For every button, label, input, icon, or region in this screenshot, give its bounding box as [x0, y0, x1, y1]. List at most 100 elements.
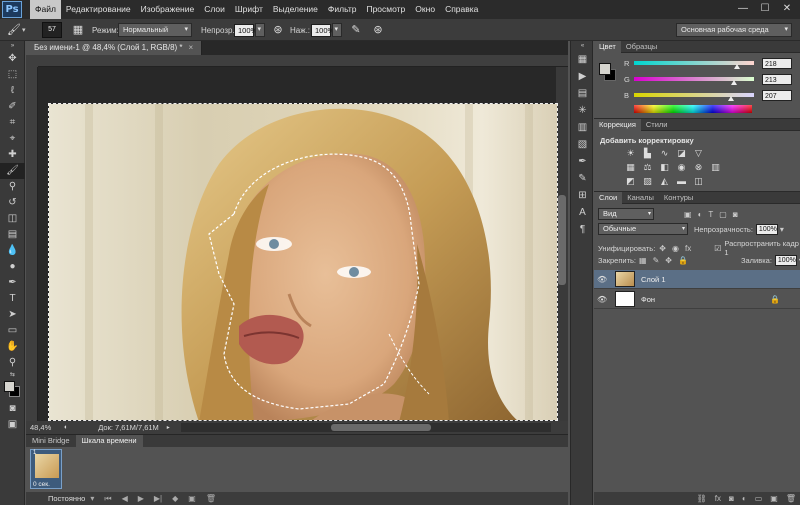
flow-dropdown[interactable] — [332, 23, 342, 37]
red-channel-slider[interactable] — [634, 61, 754, 69]
photo-filter-icon[interactable]: ◉ — [675, 162, 688, 173]
prev-frame-icon[interactable]: ◀ — [122, 494, 128, 503]
healing-brush-tool-icon[interactable]: ✚ — [0, 147, 25, 163]
paragraph-panel-icon[interactable]: ¶ — [571, 221, 594, 238]
close-button[interactable]: ✕ — [778, 2, 796, 16]
filter-pixel-icon[interactable]: ▣ — [684, 210, 692, 219]
history-panel-icon[interactable]: ▦ — [571, 51, 594, 68]
lock-position-icon[interactable]: ✥ — [665, 256, 672, 265]
horizontal-scroll-thumb[interactable] — [331, 424, 431, 431]
path-selection-tool-icon[interactable]: ➤ — [0, 307, 25, 323]
filter-shape-icon[interactable]: ▢ — [719, 210, 727, 219]
properties-panel-icon[interactable]: ▧ — [571, 136, 594, 153]
blend-mode-select[interactable]: Обычные — [598, 223, 688, 235]
maximize-button[interactable]: ☐ — [756, 2, 774, 16]
green-value-input[interactable]: 213 — [762, 73, 792, 85]
flow-input[interactable]: 100% — [311, 23, 334, 37]
opacity-dropdown[interactable] — [255, 23, 265, 37]
duplicate-frame-icon[interactable]: ▣ — [188, 494, 196, 503]
shape-tool-icon[interactable]: ▭ — [0, 323, 25, 339]
brightness-contrast-icon[interactable]: ☀ — [624, 148, 637, 159]
opacity-pressure-toggle[interactable]: ⊛ — [270, 22, 286, 38]
visibility-eye-icon[interactable]: 👁 — [597, 275, 611, 284]
invert-icon[interactable]: ◩ — [624, 176, 637, 187]
navigator-panel-icon[interactable]: ▥ — [571, 119, 594, 136]
size-pressure-toggle[interactable]: ⊛ — [370, 22, 386, 38]
character-panel-icon[interactable]: A — [571, 204, 594, 221]
visibility-eye-icon[interactable]: 👁 — [597, 295, 611, 304]
color-panel-foreground-swatch[interactable] — [599, 63, 611, 75]
tab-styles[interactable]: Стили — [641, 119, 673, 131]
gradient-tool-icon[interactable]: ▤ — [0, 227, 25, 243]
layer-row-background[interactable]: 👁 Фон 🔒 — [594, 290, 800, 309]
threshold-icon[interactable]: ◭ — [658, 176, 671, 187]
move-tool-icon[interactable]: ✥ — [0, 51, 25, 67]
color-lookup-icon[interactable]: ▥ — [709, 162, 722, 173]
canvas-image[interactable] — [48, 103, 558, 421]
collapse-dock-icon[interactable]: « — [571, 41, 594, 51]
loop-dropdown-icon[interactable]: ▾ — [90, 494, 94, 503]
green-slider-handle[interactable] — [731, 80, 738, 85]
tab-paths[interactable]: Контуры — [659, 192, 698, 204]
actions-panel-icon[interactable]: ▶ — [571, 68, 594, 85]
menu-select[interactable]: Выделение — [268, 0, 323, 19]
blue-channel-slider[interactable] — [634, 93, 754, 101]
first-frame-icon[interactable]: ⏮ — [104, 494, 111, 504]
layer-name[interactable]: Слой 1 — [641, 275, 666, 284]
status-menu-icon[interactable]: ▸ — [167, 424, 170, 431]
menu-image[interactable]: Изображение — [136, 0, 200, 19]
dodge-tool-icon[interactable]: ● — [0, 259, 25, 275]
color-swatches[interactable] — [0, 379, 24, 401]
workspace-select[interactable]: Основная рабочая среда — [676, 23, 792, 37]
quick-selection-tool-icon[interactable]: ✐ — [0, 99, 25, 115]
new-group-icon[interactable]: ▭ — [755, 494, 763, 503]
quick-mask-icon[interactable]: ◙ — [0, 401, 25, 417]
color-spectrum[interactable] — [634, 105, 752, 113]
play-icon[interactable]: ▶ — [138, 494, 144, 503]
brush-panel-toggle[interactable]: ▦ — [70, 22, 86, 38]
lock-pixels-icon[interactable]: ✎ — [653, 256, 660, 265]
filter-type-icon[interactable]: T — [708, 210, 713, 219]
fill-input[interactable]: 100% — [774, 255, 797, 266]
add-mask-icon[interactable]: ◙ — [729, 494, 734, 503]
selective-color-icon[interactable]: ◫ — [692, 176, 705, 187]
crop-tool-icon[interactable]: ⌗ — [0, 115, 25, 131]
delete-layer-icon[interactable]: 🗑 — [786, 494, 796, 503]
vertical-scroll-thumb[interactable] — [558, 195, 566, 285]
posterize-icon[interactable]: ▨ — [641, 176, 654, 187]
lock-transparency-icon[interactable]: ▦ — [639, 256, 647, 265]
channel-mixer-icon[interactable]: ⊗ — [692, 162, 705, 173]
unify-position-icon[interactable]: ✥ — [659, 244, 666, 253]
menu-filter[interactable]: Фильтр — [323, 0, 362, 19]
vibrance-icon[interactable]: ▽ — [692, 148, 705, 159]
exposure-icon[interactable]: ◪ — [675, 148, 688, 159]
unify-style-icon[interactable]: fx — [685, 244, 691, 253]
menu-layers[interactable]: Слои — [199, 0, 230, 19]
black-white-icon[interactable]: ◧ — [658, 162, 671, 173]
lock-all-icon[interactable]: 🔒 — [678, 256, 688, 265]
layer-opacity-input[interactable]: 100% — [755, 223, 778, 235]
lasso-tool-icon[interactable]: ℓ — [0, 83, 25, 99]
animation-frame[interactable]: 1 0 сек. — [30, 449, 62, 489]
layer-style-icon[interactable]: fx — [715, 494, 721, 503]
hue-saturation-icon[interactable]: ▦ — [624, 162, 637, 173]
tool-presets-panel-icon[interactable]: ⊞ — [571, 187, 594, 204]
layer-name[interactable]: Фон — [641, 295, 655, 304]
filter-adjustment-icon[interactable]: ◐ — [698, 210, 703, 219]
swatches-panel-icon[interactable]: ▤ — [571, 85, 594, 102]
foreground-color[interactable] — [4, 381, 15, 392]
red-value-input[interactable]: 218 — [762, 57, 792, 69]
menu-help[interactable]: Справка — [440, 0, 483, 19]
tab-timeline[interactable]: Шкала времени — [75, 435, 143, 447]
next-frame-icon[interactable]: ▶| — [154, 494, 162, 503]
tab-swatches[interactable]: Образцы — [621, 41, 663, 53]
pen-tool-icon[interactable]: ✒ — [0, 275, 25, 291]
tab-layers[interactable]: Слои — [594, 191, 623, 204]
loop-select[interactable]: Постоянно — [48, 494, 85, 503]
airbrush-toggle[interactable]: ✎ — [348, 22, 364, 38]
brush-size-picker[interactable]: 57 — [42, 22, 62, 38]
blue-slider-handle[interactable] — [728, 96, 735, 101]
eyedropper-tool-icon[interactable]: ⌖ — [0, 131, 25, 147]
tab-mini-bridge[interactable]: Mini Bridge — [26, 435, 76, 447]
hand-tool-icon[interactable]: ✋ — [0, 339, 25, 355]
